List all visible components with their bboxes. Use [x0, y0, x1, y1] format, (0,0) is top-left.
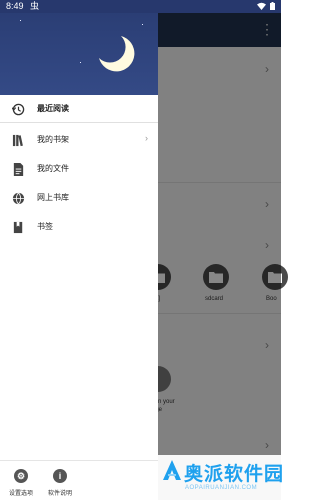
menu-item-online-library[interactable]: 网上书库	[0, 184, 158, 213]
watermark-brand: 奥派软件园	[184, 464, 285, 485]
settings-label: 设置选项	[8, 491, 33, 497]
wifi-icon	[257, 2, 266, 10]
menu-item-label: 最近阅读	[37, 104, 69, 113]
bookmark-icon	[13, 221, 23, 234]
bookshelf-icon	[12, 134, 23, 147]
menu-item-recent[interactable]: 最近阅读	[0, 95, 158, 124]
status-time: 8:49	[6, 1, 24, 11]
moon-icon	[99, 36, 135, 72]
menu-item-label: 书签	[37, 222, 53, 231]
watermark: 奥派软件园 AOPAIRUANJIAN.COM	[158, 455, 285, 500]
chevron-right-icon: ›	[145, 133, 148, 143]
history-icon	[12, 103, 25, 116]
info-icon: i	[53, 469, 67, 483]
about-label: 软件说明	[47, 491, 72, 497]
watermark-url: AOPAIRUANJIAN.COM	[185, 485, 258, 491]
drawer-header	[0, 0, 158, 95]
bug-icon: 虫	[30, 1, 40, 11]
battery-icon	[270, 2, 275, 10]
menu-item-files[interactable]: 我的文件	[0, 155, 158, 184]
menu-item-bookshelf[interactable]: 我的书架 ›	[0, 126, 158, 155]
menu-item-bookmarks[interactable]: 书签	[0, 213, 158, 242]
settings-icon: ⚙	[14, 469, 28, 483]
drawer-footer: ⚙ 设置选项 i 软件说明	[0, 460, 158, 501]
star-icon	[142, 24, 143, 25]
menu-item-label: 我的文件	[37, 164, 69, 173]
globe-icon	[12, 192, 25, 205]
settings-button[interactable]: ⚙ 设置选项	[1, 461, 41, 501]
file-icon	[13, 163, 24, 176]
menu-item-label: 我的书架	[37, 135, 69, 144]
status-bar: 8:49 虫	[0, 0, 281, 13]
menu-divider	[0, 122, 158, 123]
navigation-drawer: 最近阅读 我的书架 › 我的文件 网上书库 书签 ⚙ 设置选项 i 软件说明	[0, 0, 158, 500]
star-icon	[80, 62, 81, 63]
watermark-logo-icon	[163, 460, 181, 480]
system-icons	[257, 2, 275, 10]
star-icon	[20, 20, 21, 21]
menu-item-label: 网上书库	[37, 193, 69, 202]
about-button[interactable]: i 软件说明	[40, 461, 80, 501]
